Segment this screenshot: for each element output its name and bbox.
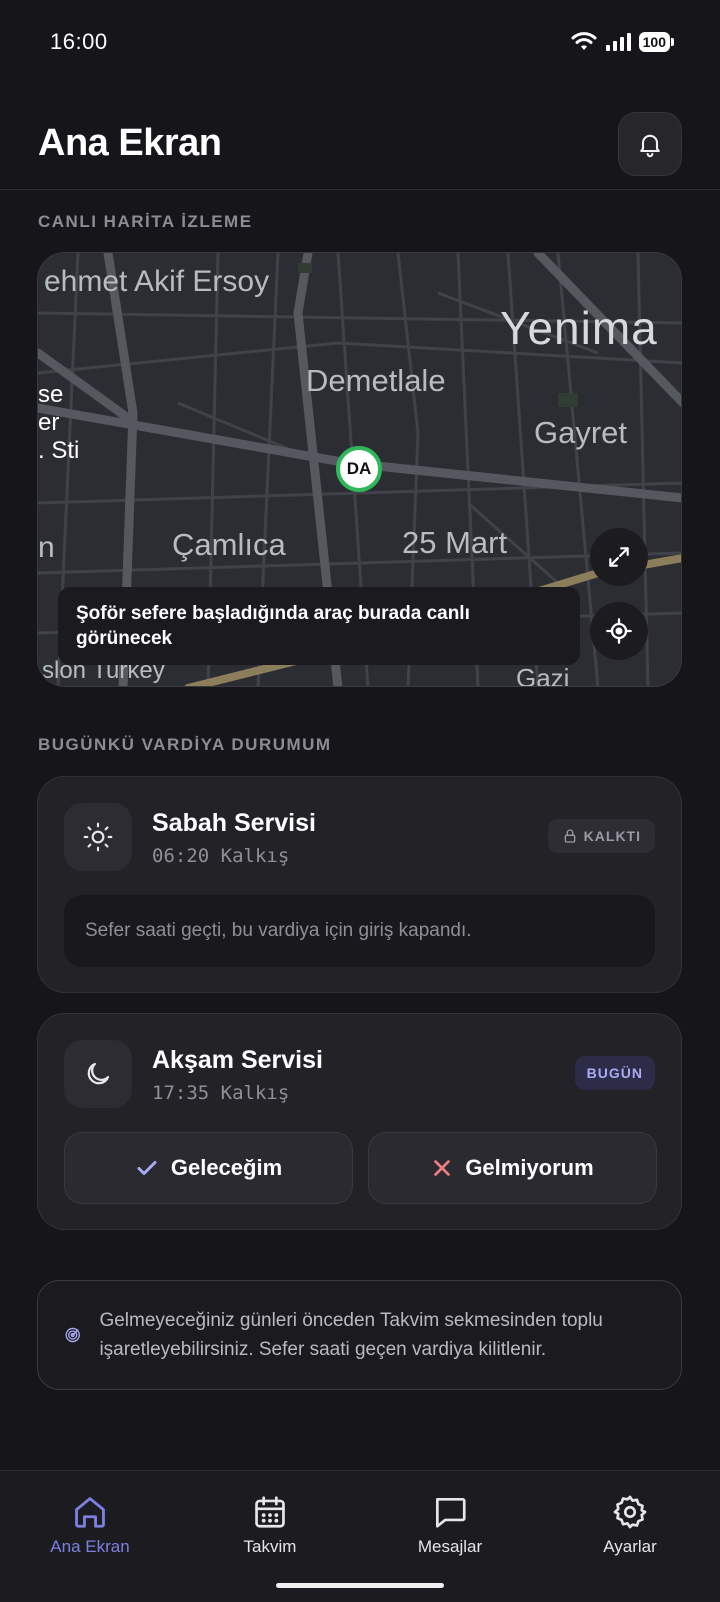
shift-icon-tile	[64, 1040, 132, 1108]
map-label: ehmet Akif Ersoy	[44, 265, 270, 298]
expand-icon	[609, 547, 629, 567]
signal-icon	[605, 33, 631, 51]
nav-item-label: Mesajlar	[417, 1537, 483, 1556]
message-icon	[435, 1497, 466, 1528]
status-time: 16:00	[50, 29, 108, 54]
nav-item-label: Takvim	[243, 1537, 297, 1556]
map-label: 25 Mart	[402, 525, 508, 560]
evening-shift-card: Akşam Servisi 17:35 Kalkış BUGÜN Geleceğ…	[37, 1013, 682, 1230]
status-bar: 16:00 100	[0, 0, 720, 84]
home-indicator	[276, 1583, 444, 1588]
map-label: Gayret	[534, 415, 628, 450]
status-badge: BUGÜN	[574, 1056, 655, 1090]
notifications-button[interactable]	[618, 111, 682, 176]
status-badge-label: KALKTI	[583, 828, 641, 844]
nav-item-calendar[interactable]: Takvim	[200, 1493, 340, 1557]
gear-icon	[613, 1495, 647, 1529]
radar-icon	[65, 1327, 80, 1343]
moon-icon	[87, 1062, 110, 1085]
map-label: se	[38, 381, 64, 408]
map-label: er	[38, 409, 60, 436]
status-icons: 100	[571, 32, 675, 52]
nav-item-settings[interactable]: Ayarlar	[560, 1493, 700, 1557]
info-card: Gelmeyeceğiniz günleri önceden Takvim se…	[37, 1280, 682, 1390]
locate-button[interactable]	[590, 602, 648, 660]
shift-section-label: BUGÜNKÜ VARDİYA DURUMUM	[38, 735, 332, 754]
map-label: Demetlale	[306, 363, 446, 398]
map-label: . Sti	[38, 437, 80, 464]
wifi-icon	[571, 32, 597, 50]
map-status-message: Şoför sefere başladığında araç burada ca…	[58, 587, 580, 665]
driver-marker[interactable]: DA	[336, 446, 382, 492]
attend-button[interactable]: Geleceğim	[64, 1132, 353, 1204]
map-label: Yenima	[500, 302, 658, 354]
battery-indicator: 100	[638, 32, 675, 52]
shift-title: Akşam Servisi	[152, 1046, 323, 1074]
shift-departure-time: 06:20 Kalkış	[152, 845, 290, 867]
nav-item-messages[interactable]: Mesajlar	[380, 1493, 520, 1557]
shift-title: Sabah Servisi	[152, 809, 316, 837]
calendar-icon	[255, 1496, 285, 1528]
decline-button-label: Gelmiyorum	[465, 1155, 594, 1180]
shift-icon-tile	[64, 803, 132, 871]
attend-button-label: Geleceğim	[170, 1155, 283, 1180]
nav-item-home[interactable]: Ana Ekran	[20, 1493, 160, 1557]
sun-icon	[83, 822, 113, 852]
live-map-section-label: CANLI HARİTA İZLEME	[38, 212, 253, 231]
locate-icon	[606, 618, 632, 644]
decline-button[interactable]: Gelmiyorum	[368, 1132, 657, 1204]
check-icon	[137, 1161, 157, 1175]
expand-map-button[interactable]	[590, 528, 648, 586]
live-map[interactable]: ehmet Akif Ersoy Yenima Demetlale Gayret…	[37, 252, 682, 687]
status-badge: KALKTI	[547, 819, 655, 853]
nav-item-label: Ana Ekran	[50, 1537, 130, 1556]
bell-icon	[640, 134, 660, 157]
info-text: Gelmeyeceğiniz günleri önceden Takvim se…	[99, 1310, 603, 1360]
page-title: Ana Ekran	[38, 122, 222, 164]
header: Ana Ekran	[0, 98, 720, 190]
lock-icon	[564, 829, 576, 843]
map-label: Çamlıca	[172, 527, 286, 562]
home-icon	[75, 1497, 105, 1528]
nav-item-label: Ayarlar	[603, 1537, 657, 1556]
shift-closed-notice: Sefer saati geçti, bu vardiya için giriş…	[64, 895, 655, 967]
map-label: n	[38, 531, 55, 564]
shift-departure-time: 17:35 Kalkış	[152, 1082, 290, 1104]
map-label: Gazi	[516, 663, 570, 687]
morning-shift-card: Sabah Servisi 06:20 Kalkış KALKTI Sefer …	[37, 776, 682, 993]
close-icon	[434, 1160, 451, 1176]
